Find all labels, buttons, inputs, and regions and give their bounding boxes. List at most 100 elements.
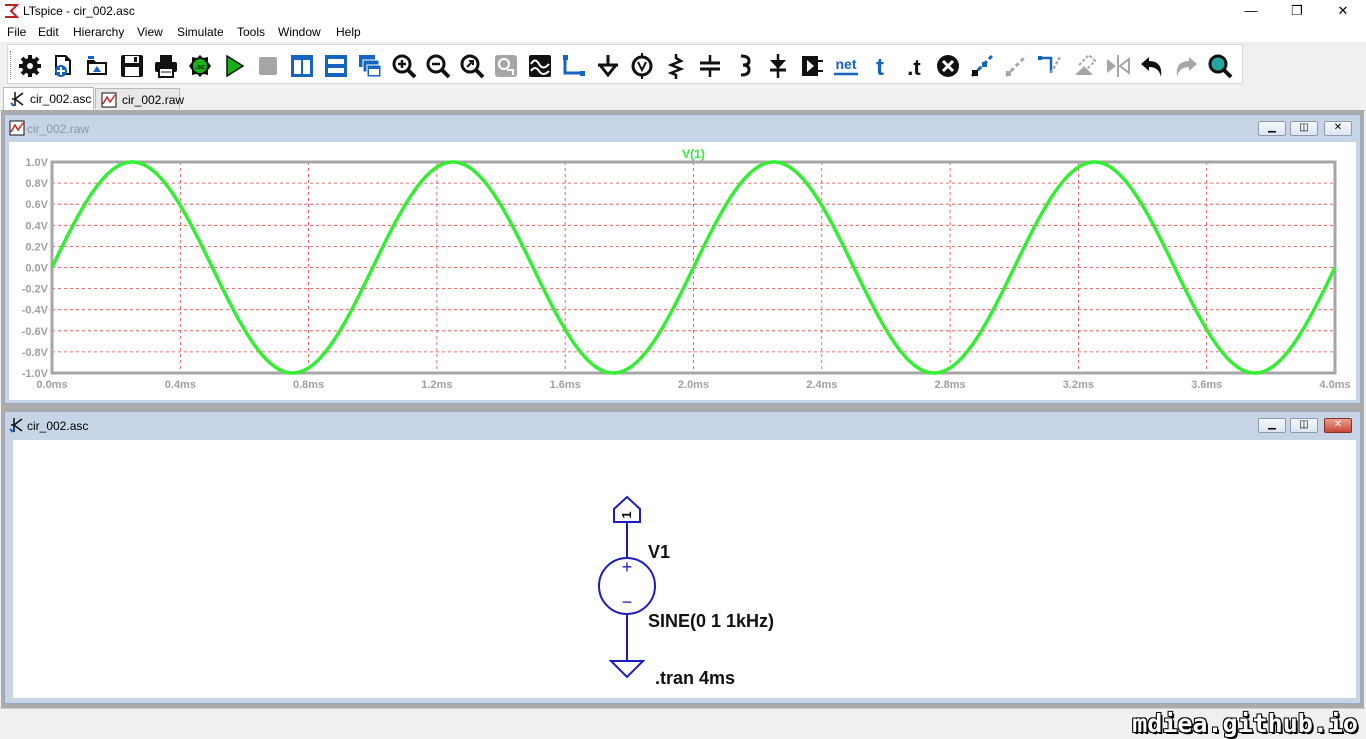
diode-icon[interactable]	[765, 53, 791, 79]
zoom-back-icon[interactable]	[493, 53, 519, 79]
watermark: mdiea.github.io	[1132, 709, 1358, 738]
run-icon[interactable]	[221, 53, 247, 79]
toolbar: .sc net t .t	[0, 42, 1366, 86]
menu-simulate[interactable]: Simulate	[177, 25, 224, 39]
waveform-window-icon	[9, 120, 25, 136]
x-tick-label: 1.2ms	[421, 379, 452, 391]
text-icon[interactable]: t	[867, 53, 893, 79]
x-tick-label: 0.4ms	[165, 379, 196, 391]
x-tick-label: 2.8ms	[934, 379, 965, 391]
ltspice-app-icon	[5, 4, 19, 18]
menu-view[interactable]: View	[137, 25, 163, 39]
plot-window-title: cir_002.raw	[27, 122, 90, 136]
y-tick-label: 0.0V	[25, 263, 48, 275]
y-tick-label: -0.8V	[22, 347, 49, 359]
tab-waveform[interactable]: cir_002.raw	[95, 88, 184, 109]
cascade-windows-icon[interactable]	[357, 53, 383, 79]
x-tick-label: 0.8ms	[293, 379, 324, 391]
new-schematic-icon[interactable]	[51, 53, 77, 79]
title-bar: LTspice - cir_002.asc — ❐ ✕	[0, 0, 1366, 22]
schematic-drawing[interactable]: 1 + − V1 SINE(0 1 1kHz) .tran 4ms	[13, 440, 1356, 698]
x-tick-label: 3.6ms	[1191, 379, 1222, 391]
component-value[interactable]: SINE(0 1 1kHz)	[648, 611, 774, 631]
schematic-minimize-button[interactable]: ▁	[1258, 418, 1286, 433]
spice-directive[interactable]: .tran 4ms	[655, 668, 735, 688]
svg-text:.sc: .sc	[195, 64, 205, 71]
zoom-fit-icon[interactable]	[459, 53, 485, 79]
close-button[interactable]: ✕	[1320, 0, 1366, 22]
component-icon[interactable]	[799, 53, 825, 79]
tab-schematic-label: cir_002.asc	[30, 92, 92, 106]
inductor-icon[interactable]	[731, 53, 757, 79]
control-panel-icon[interactable]	[17, 53, 43, 79]
undo-icon[interactable]	[1139, 53, 1165, 79]
y-tick-label: 0.8V	[25, 178, 48, 190]
spice-directive-icon[interactable]: .t	[901, 53, 927, 79]
schematic-restore-button[interactable]: ◫	[1290, 418, 1318, 433]
print-icon[interactable]	[153, 53, 179, 79]
menu-edit[interactable]: Edit	[38, 25, 59, 39]
menu-window[interactable]: Window	[278, 25, 321, 39]
maximize-button[interactable]: ❐	[1274, 0, 1320, 22]
y-tick-label: 0.2V	[25, 241, 48, 253]
schematic-window-icon	[9, 418, 23, 433]
menu-tools[interactable]: Tools	[237, 25, 265, 39]
schematic-close-button[interactable]: ✕	[1324, 418, 1352, 433]
plot-pane[interactable]: 1.0V 0.8V 0.6V 0.4V 0.2V 0.0V -0.2V -0.4V -0.6V -…	[9, 142, 1356, 400]
plot-window-title-bar[interactable]: cir_002.raw ▁ ◫ ✕	[5, 115, 1360, 141]
duplicate-icon[interactable]	[969, 53, 995, 79]
menu-bar: File Edit Hierarchy View Simulate Tools …	[0, 22, 1366, 42]
minimize-button[interactable]: —	[1228, 0, 1274, 22]
tile-vertical-icon[interactable]	[289, 53, 315, 79]
toolbar-panel: .sc net t .t	[7, 44, 1243, 84]
menu-file[interactable]: File	[7, 25, 26, 39]
y-tick-label: 0.6V	[25, 199, 48, 211]
label-net-icon[interactable]	[629, 53, 655, 79]
mdi-area: cir_002.raw ▁ ◫ ✕ 1.0V 0.8V 0.6V 0.4V 0.2V 0.…	[1, 110, 1364, 708]
x-tick-label: 2.0ms	[678, 379, 709, 391]
autorange-icon[interactable]	[527, 53, 553, 79]
plot-minimize-button[interactable]: ▁	[1258, 121, 1286, 136]
menu-help[interactable]: Help	[336, 25, 361, 39]
net-label-text: net	[836, 56, 857, 72]
rotate-icon[interactable]	[1071, 53, 1097, 79]
toolbar-grip[interactable]	[10, 51, 14, 79]
ground-symbol[interactable]	[608, 660, 646, 679]
tab-schematic[interactable]: cir_002.asc	[3, 87, 94, 110]
waveform-plot[interactable]: 1.0V 0.8V 0.6V 0.4V 0.2V 0.0V -0.2V -0.4V -0.6V -…	[9, 142, 1356, 400]
resistor-icon[interactable]	[663, 53, 689, 79]
save-icon[interactable]	[119, 53, 145, 79]
menu-hierarchy[interactable]: Hierarchy	[73, 25, 124, 39]
component-name[interactable]: V1	[648, 542, 670, 562]
directive-glyph: .t	[907, 55, 921, 79]
ground-icon[interactable]	[595, 53, 621, 79]
tile-horizontal-icon[interactable]	[323, 53, 349, 79]
plot-window: cir_002.raw ▁ ◫ ✕ 1.0V 0.8V 0.6V 0.4V 0.2V 0.…	[4, 114, 1361, 404]
waveform-file-icon	[101, 92, 117, 108]
wire-icon[interactable]	[561, 53, 587, 79]
mirror-icon[interactable]	[1105, 53, 1131, 79]
x-tick-label: 3.2ms	[1063, 379, 1094, 391]
text-glyph: t	[876, 54, 884, 79]
net-label-icon[interactable]: net	[833, 53, 859, 79]
redo-icon[interactable]	[1173, 53, 1199, 79]
plot-close-button[interactable]: ✕	[1324, 121, 1352, 136]
halt-icon[interactable]	[255, 53, 281, 79]
plot-restore-button[interactable]: ◫	[1290, 121, 1318, 136]
move-icon[interactable]	[1003, 53, 1029, 79]
zoom-out-icon[interactable]	[425, 53, 451, 79]
schematic-canvas[interactable]: 1 + − V1 SINE(0 1 1kHz) .tran 4ms	[13, 440, 1356, 698]
drag-icon[interactable]	[1037, 53, 1063, 79]
status-bar: mdiea.github.io	[0, 708, 1366, 739]
window-title: LTspice - cir_002.asc	[23, 4, 135, 18]
netlist-icon[interactable]: .sc	[187, 53, 213, 79]
open-folder-icon[interactable]	[85, 53, 111, 79]
schematic-window-title-bar[interactable]: cir_002.asc ▁ ◫ ✕	[5, 412, 1360, 438]
capacitor-icon[interactable]	[697, 53, 723, 79]
delete-icon[interactable]	[935, 53, 961, 79]
find-icon[interactable]	[1207, 53, 1233, 79]
trace-label[interactable]: V(1)	[682, 147, 705, 161]
zoom-in-icon[interactable]	[391, 53, 417, 79]
y-tick-label: -0.2V	[22, 284, 49, 296]
x-tick-label: 0.0ms	[36, 379, 67, 391]
